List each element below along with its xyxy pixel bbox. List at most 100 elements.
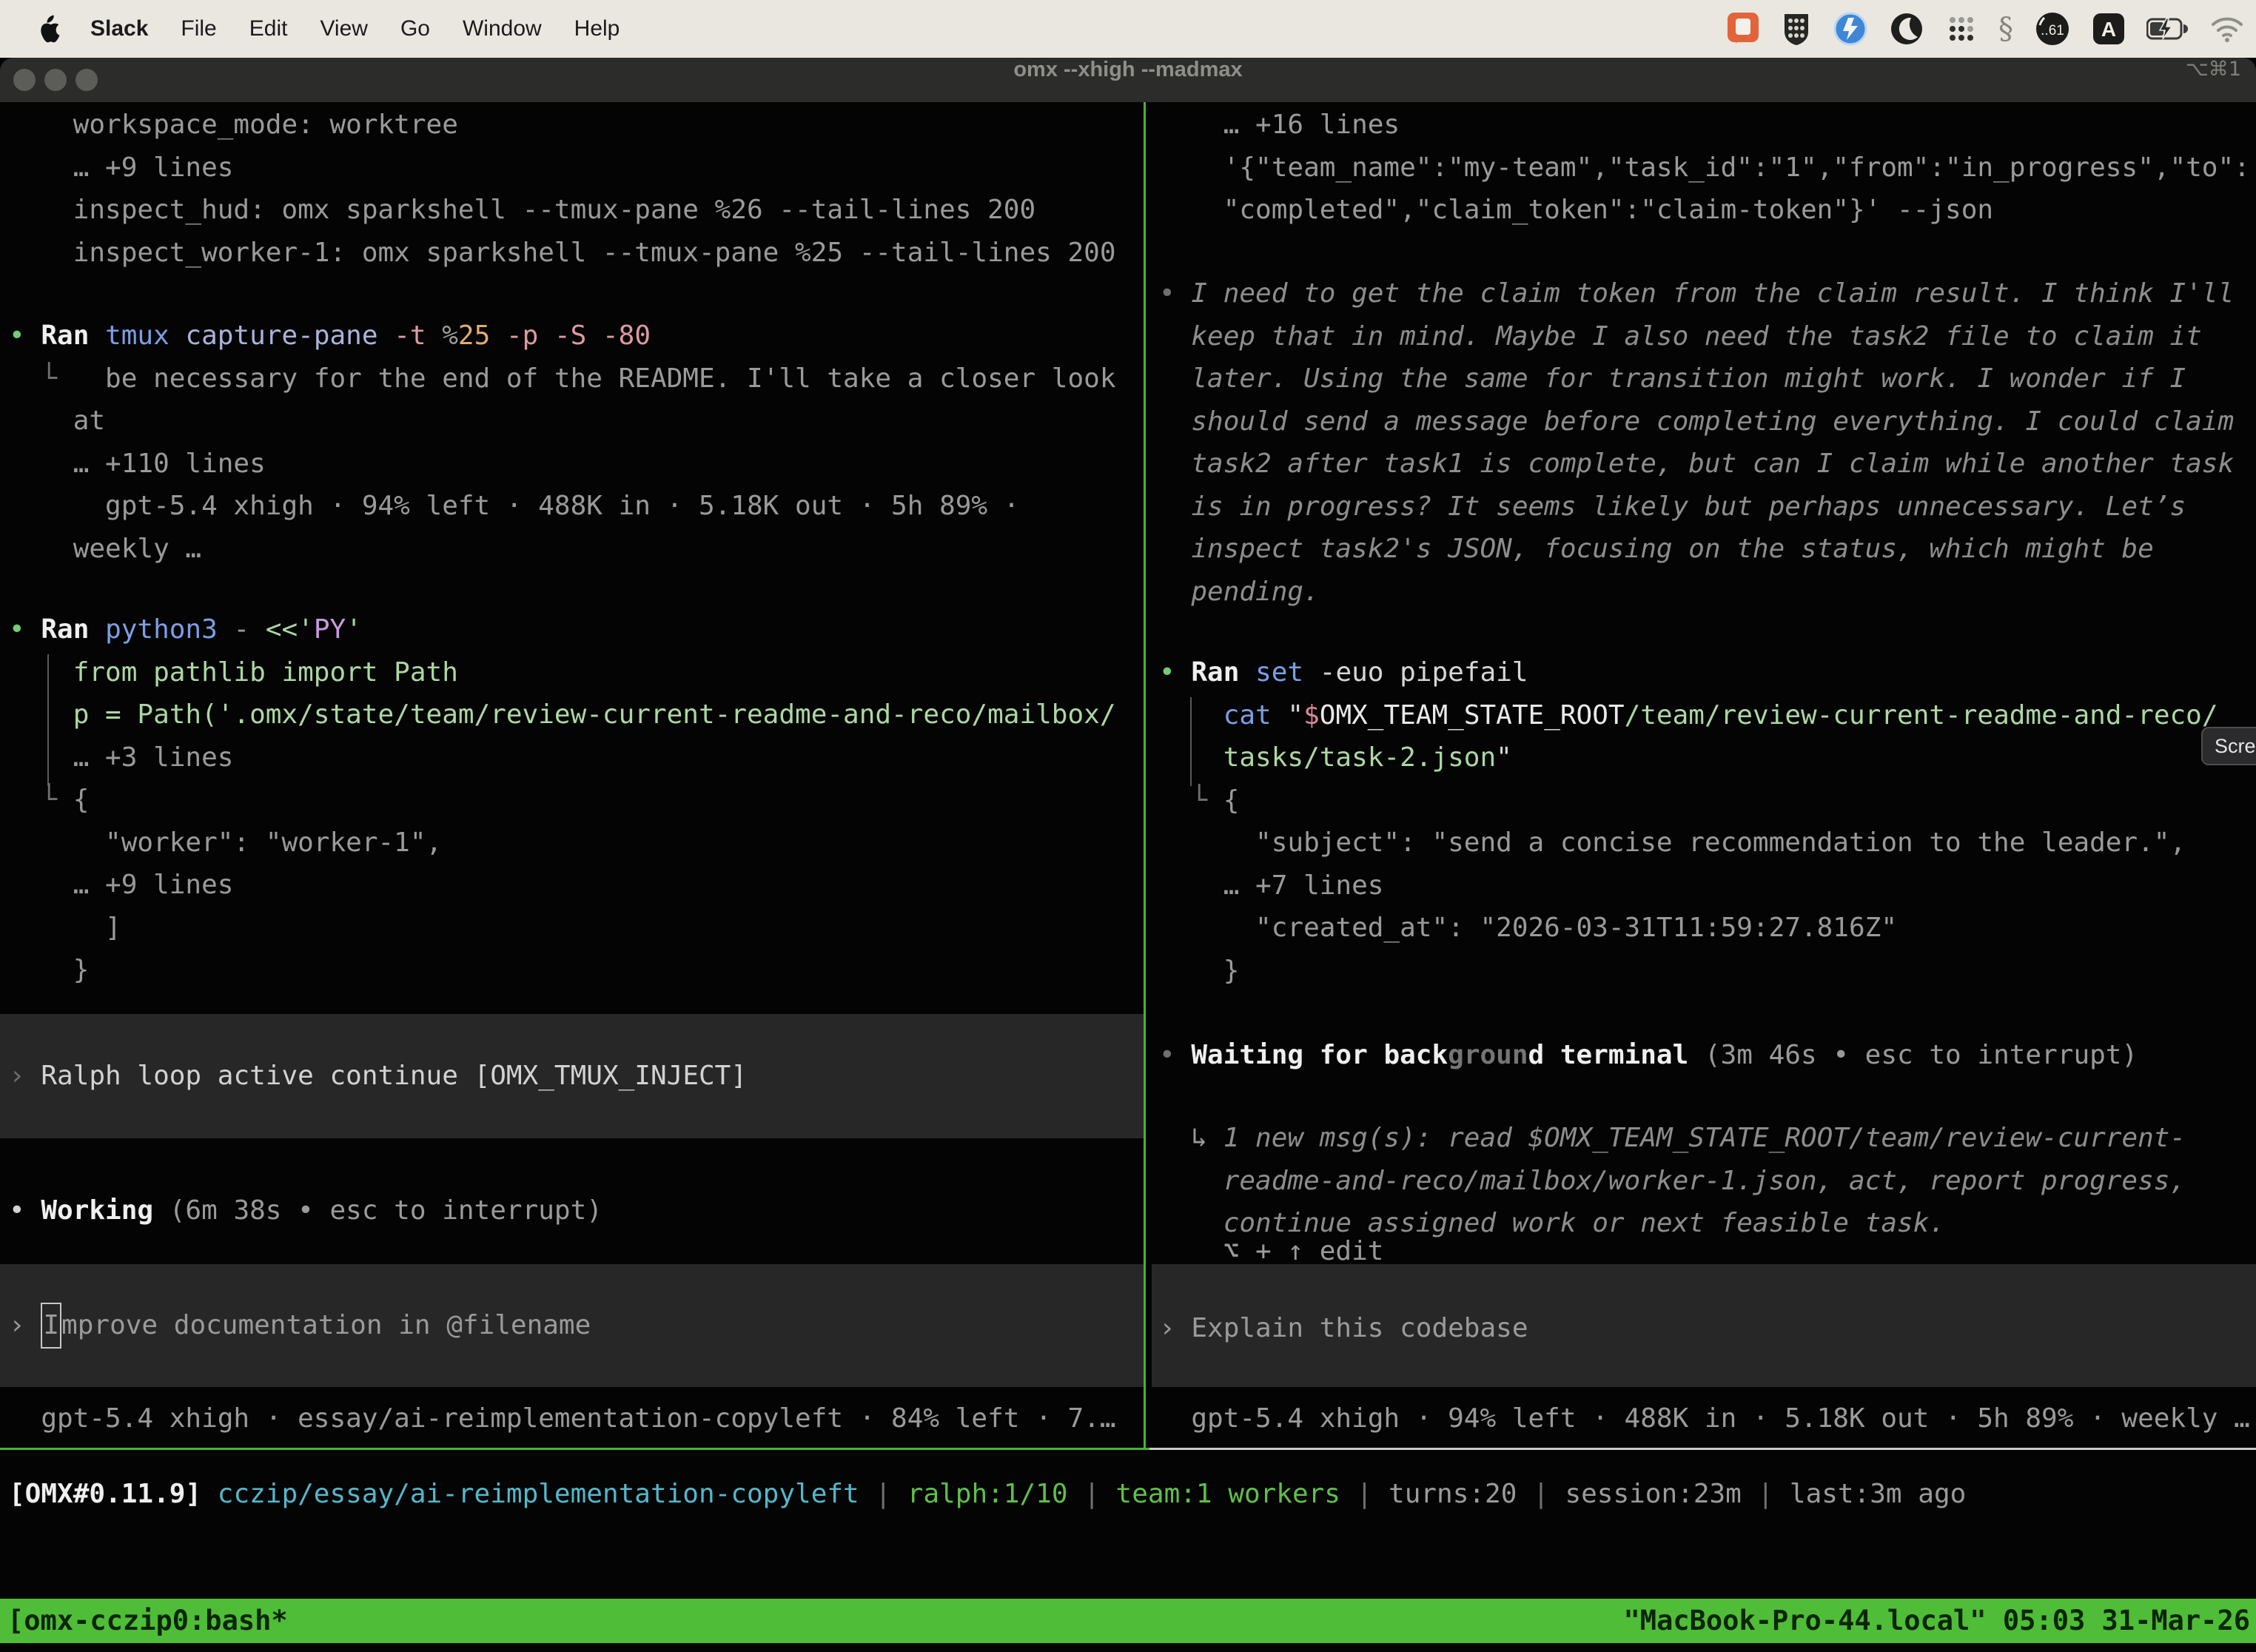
terminal-line: "completed","claim_token":"claim-token"}… — [1152, 189, 2256, 232]
menu-status-icons: § ..61 A — [1726, 0, 2244, 58]
svg-text:A: A — [2101, 18, 2116, 41]
text-segment: (3m 46s • esc to interrupt) — [1688, 1040, 2138, 1070]
terminal-line: should send a message before completing … — [1152, 400, 2256, 443]
terminal-line: … +7 lines — [1152, 864, 2256, 907]
pane-divider[interactable] — [1144, 102, 1146, 1450]
menu-item-view[interactable]: View — [320, 16, 367, 41]
text-segment: gpt-5.4 xhigh · 94% left · 488K in · 5.1… — [9, 491, 1019, 521]
text-segment: } — [9, 955, 89, 985]
terminal-line: cat "$OMX_TEAM_STATE_ROOT/team/review-cu… — [1152, 694, 2256, 737]
text-segment: capture-pane — [169, 320, 378, 351]
crescent-circle-icon[interactable] — [1889, 11, 1924, 47]
text-segment: be necessary for the end of the README. … — [57, 363, 1115, 394]
text-segment: • — [9, 614, 41, 645]
terminal-line: at — [0, 400, 1144, 443]
text-segment: … +16 lines — [1159, 110, 1400, 140]
bolt-circle-icon[interactable] — [1833, 11, 1868, 47]
text-segment: python3 — [89, 614, 217, 645]
text-segment: ] — [9, 913, 121, 943]
right-pane[interactable]: … +16 lines '{"team_name":"my-team","tas… — [1152, 102, 2256, 1448]
terminal-line: from pathlib import Path — [0, 651, 1144, 694]
terminal-line: } — [0, 949, 1144, 992]
terminal-line: › Explain this codebase — [1152, 1307, 2256, 1350]
squiggle-icon[interactable]: § — [1998, 12, 2013, 46]
text-cursor[interactable]: I — [41, 1303, 61, 1349]
terminal-line: › Ralph loop active continue [OMX_TMUX_I… — [0, 1055, 1144, 1098]
text-segment: … +7 lines — [1159, 870, 1383, 901]
text-segment: } — [1159, 956, 1239, 986]
terminal-line: workspace_mode: worktree — [0, 104, 1144, 147]
text-segment: 1 new msg(s): read $OMX_TEAM_STATE_ROOT/… — [1223, 1123, 2186, 1153]
countdown-61-badge-icon[interactable]: ..61 — [2034, 10, 2071, 47]
text-segment: turns:20 — [1389, 1479, 1517, 1509]
terminal-line: pending. — [1152, 571, 2256, 614]
terminal-line: "worker": "worker-1", — [0, 822, 1144, 864]
terminal-line: is in progress? It seems likely but perh… — [1152, 486, 2256, 528]
text-segment: └ — [9, 363, 57, 394]
text-segment: { — [73, 785, 90, 815]
text-segment: Ran — [1191, 657, 1239, 688]
text-segment: Ran — [41, 614, 89, 645]
terminal-line: task2 after task1 is complete, but can I… — [1152, 443, 2256, 486]
left-pane[interactable]: workspace_mode: worktree … +9 lines insp… — [0, 102, 1144, 1448]
text-segment: inspect_worker-1: omx sparkshell --tmux-… — [9, 238, 1116, 268]
chat-bubble-icon[interactable] — [1726, 11, 1760, 47]
text-segment: % — [426, 320, 458, 351]
terminal-line: gpt-5.4 xhigh · 94% left · 488K in · 5.1… — [1152, 1397, 2256, 1440]
apple-menu-icon[interactable] — [37, 14, 62, 44]
screenshot-tooltip: Scre — [2201, 727, 2256, 765]
menu-item-help[interactable]: Help — [574, 16, 620, 41]
text-segment: • — [9, 320, 41, 351]
text-segment: p = Path('.omx/state/team/review-current… — [9, 699, 1116, 730]
terminal-line: … +110 lines — [0, 443, 1144, 486]
terminal-line: "created_at": "2026-03-31T11:59:27.816Z" — [1152, 907, 2256, 950]
text-segment: <<' — [266, 614, 314, 645]
text-segment: /team/review-current-readme-and-reco/ — [1625, 700, 2218, 731]
text-segment: " — [1272, 700, 1303, 731]
terminal-line: ] — [0, 907, 1144, 950]
menu-item-file[interactable]: File — [181, 16, 216, 41]
tmux-host-clock: "MacBook-Pro-44.local" 05:03 31-Mar-26 — [1624, 1599, 2250, 1643]
keypad-shield-icon[interactable] — [1781, 11, 1812, 47]
dots-grid-icon[interactable] — [1945, 11, 1978, 47]
terminal-line: └ { — [0, 779, 1144, 822]
menu-item-window[interactable]: Window — [463, 16, 542, 41]
terminal-line: } — [1152, 950, 2256, 993]
pane-bottom-border-left — [0, 1448, 1149, 1450]
text-segment: • — [9, 1195, 41, 1226]
text-segment: -p -S -80 — [490, 320, 651, 351]
terminal-line: • Ran python3 - <<'PY' — [0, 608, 1144, 651]
terminal-line: └ be necessary for the end of the README… — [0, 357, 1144, 400]
text-segment: Working — [41, 1195, 153, 1226]
svg-text:..61: ..61 — [2041, 23, 2064, 38]
pane-bottom-border-right — [1149, 1448, 2256, 1450]
menu-item-go[interactable]: Go — [400, 16, 430, 41]
text-segment: team:1 workers — [1116, 1479, 1340, 1509]
terminal-line: › Improve documentation in @filename — [0, 1304, 1144, 1347]
text-segment: "completed","claim_token":"claim-token"}… — [1159, 195, 1993, 225]
text-segment: "subject": "send a concise recommendatio… — [1159, 827, 2186, 858]
text-segment: workspace_mode: worktree — [9, 110, 458, 140]
window-title-bar: omx --xhigh --madmax ⌥⌘1 — [0, 58, 2256, 102]
text-segment: gpt-5.4 xhigh · 94% left · 488K in · 5.1… — [1159, 1403, 2250, 1434]
text-segment: 25 — [458, 320, 490, 351]
text-segment: I need to get the claim token from the c… — [1191, 278, 2234, 309]
text-segment: session:23m — [1565, 1479, 1741, 1509]
text-segment: ralph:1/10 — [907, 1479, 1068, 1509]
battery-charging-icon[interactable] — [2146, 17, 2189, 41]
terminal-line: … +9 lines — [0, 864, 1144, 907]
terminal-line: gpt-5.4 xhigh · essay/ai-reimplementatio… — [0, 1397, 1144, 1440]
wifi-icon[interactable] — [2210, 16, 2244, 42]
text-segment: inspect task2's JSON, focusing on the st… — [1159, 534, 2154, 564]
text-segment: | — [1340, 1479, 1389, 1509]
text-segment: | — [1517, 1479, 1565, 1509]
text-segment: mprove documentation in @filename — [61, 1310, 591, 1340]
text-segment: Waiting for back — [1191, 1040, 1448, 1070]
menu-item-slack[interactable]: Slack — [90, 16, 148, 41]
letter-a-icon[interactable]: A — [2092, 12, 2126, 46]
text-segment: set — [1239, 657, 1303, 688]
menu-item-edit[interactable]: Edit — [249, 16, 288, 41]
text-segment: later. Using the same for transition mig… — [1159, 363, 2186, 394]
terminal-line: p = Path('.omx/state/team/review-current… — [0, 694, 1144, 736]
text-segment: d terminal — [1528, 1040, 1689, 1070]
